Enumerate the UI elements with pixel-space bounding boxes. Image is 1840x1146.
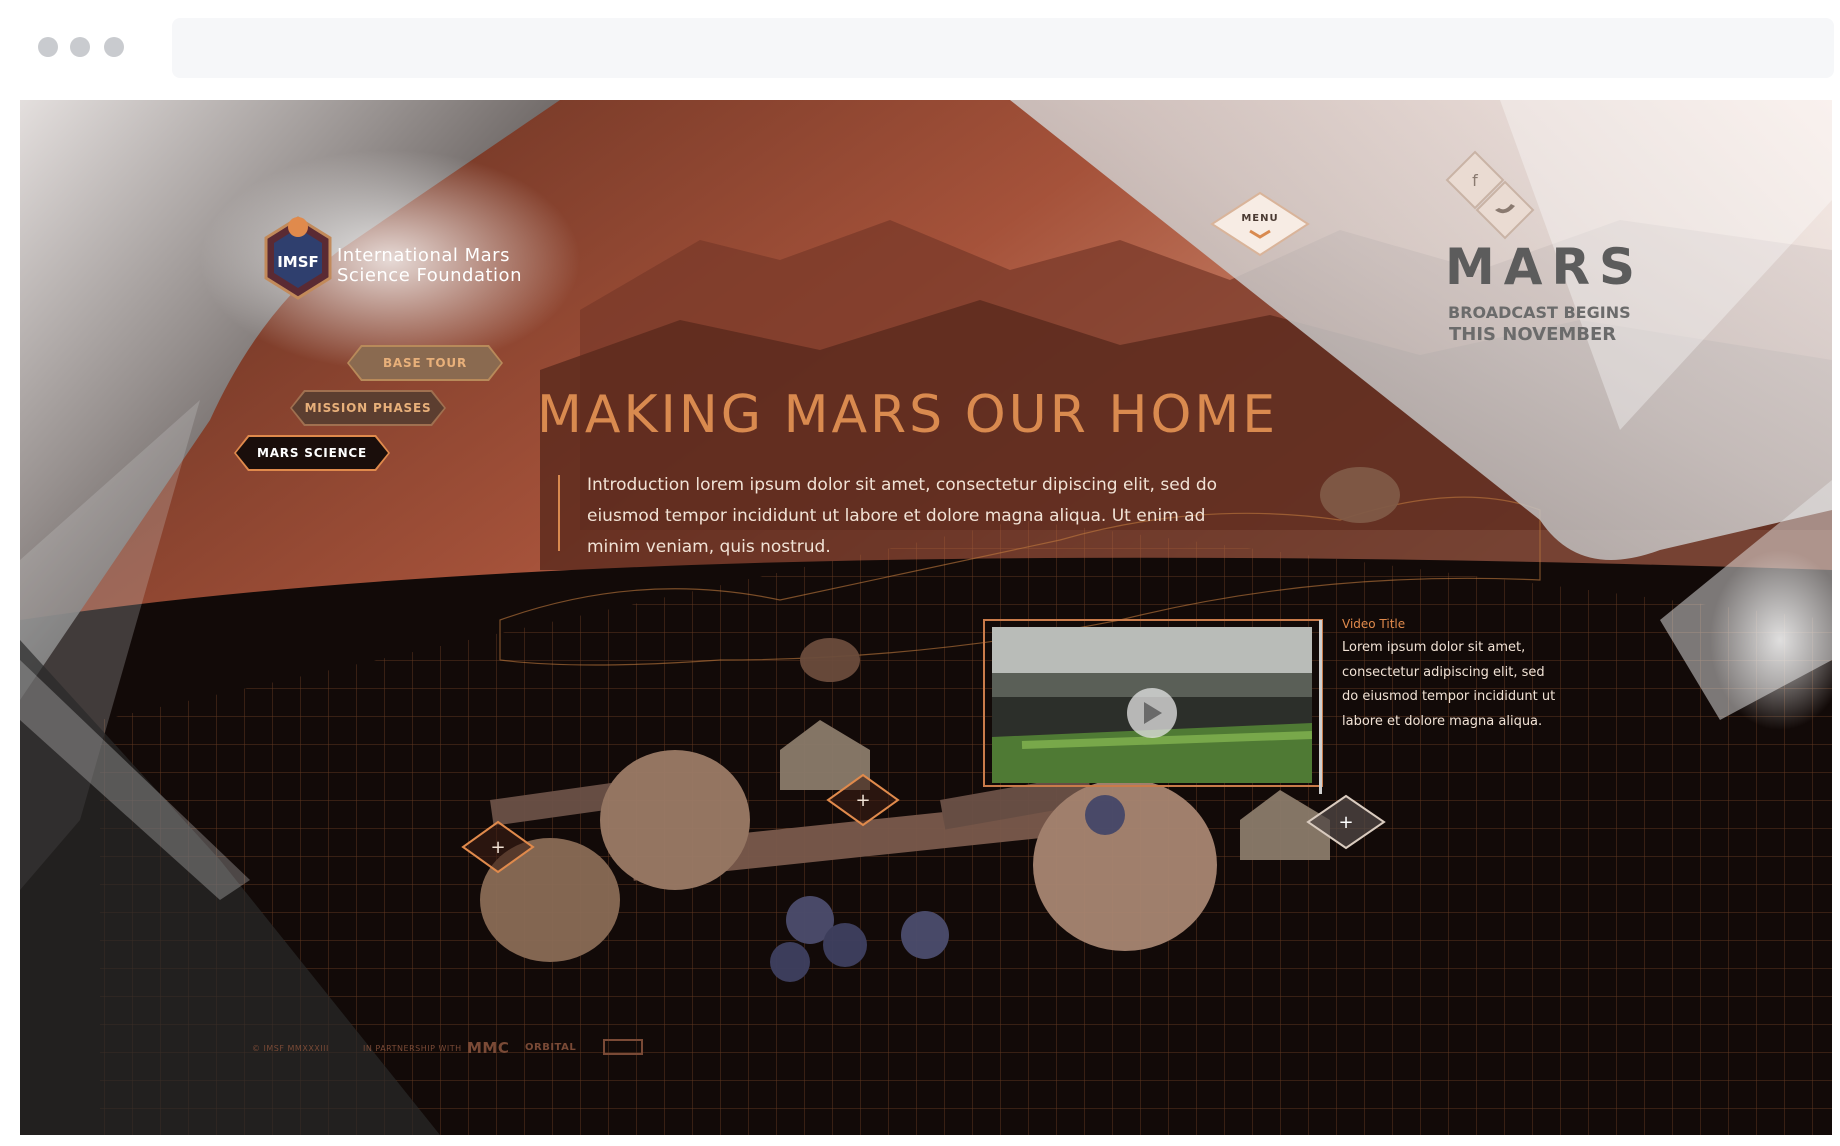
logo-badge-label: IMSF — [277, 253, 319, 271]
video-thumbnail[interactable] — [992, 627, 1312, 783]
nav-item-label: MARS SCIENCE — [256, 446, 368, 460]
badge-left: IM — [277, 253, 298, 271]
intro-paragraph: Introduction lorem ipsum dolor sit amet,… — [587, 475, 1218, 557]
nav-item-base-tour[interactable]: BASE TOUR — [347, 345, 503, 381]
partner-logo-mmc[interactable]: MMC — [467, 1039, 509, 1057]
hero-stage: IMSF International Mars Science Foundati… — [20, 100, 1832, 1135]
svg-text:+: + — [855, 790, 870, 811]
svg-text:+: + — [490, 837, 505, 858]
nav-item-mission-phases[interactable]: MISSION PHASES — [290, 390, 446, 426]
address-bar[interactable] — [172, 18, 1834, 78]
video-divider — [1319, 620, 1322, 794]
video-description: Lorem ipsum dolor sit amet, consectetur … — [1342, 640, 1556, 729]
svg-text:+: + — [1338, 812, 1353, 833]
menu-button[interactable] — [1210, 191, 1310, 257]
promo-line2: THIS NOVEMBER — [1449, 324, 1617, 345]
footer-partnership: IN PARTNERSHIP WITH — [363, 1044, 462, 1053]
org-name-line2: Science Foundation — [337, 265, 522, 286]
nav-item-label: BASE TOUR — [382, 356, 468, 370]
browser-toolbar — [0, 0, 1840, 100]
badge-right: SF — [297, 253, 319, 271]
footer-copyright: © IMSF MMXXXIII — [252, 1044, 329, 1053]
partner-logo-orbital[interactable]: ORBITAL — [525, 1042, 576, 1053]
play-icon[interactable] — [1144, 702, 1162, 724]
promo-title[interactable]: MARS — [1445, 238, 1644, 296]
hotspot-plus-icon[interactable]: + — [826, 773, 900, 827]
hotspot-plus-icon[interactable]: + — [461, 820, 535, 874]
window-control-dot[interactable] — [38, 37, 58, 57]
hotspot-plus-icon[interactable]: + — [1306, 794, 1386, 850]
nav-item-mars-science[interactable]: MARS SCIENCE — [234, 435, 390, 471]
page-title: MAKING MARS OUR HOME — [537, 385, 1279, 445]
promo-line1: BROADCAST BEGINS — [1448, 303, 1631, 322]
partner-logo-emblem[interactable] — [603, 1039, 643, 1055]
intro-accent-bar — [558, 475, 560, 551]
menu-label: MENU — [1241, 213, 1279, 224]
org-name-line1: International Mars — [337, 245, 510, 266]
video-title: Video Title — [1342, 617, 1406, 631]
nav-item-label: MISSION PHASES — [304, 401, 432, 415]
twitter-icon[interactable] — [1475, 180, 1535, 240]
window-control-dot[interactable] — [70, 37, 90, 57]
window-control-dot[interactable] — [104, 37, 124, 57]
org-name[interactable]: International Mars Science Foundation — [337, 246, 522, 286]
